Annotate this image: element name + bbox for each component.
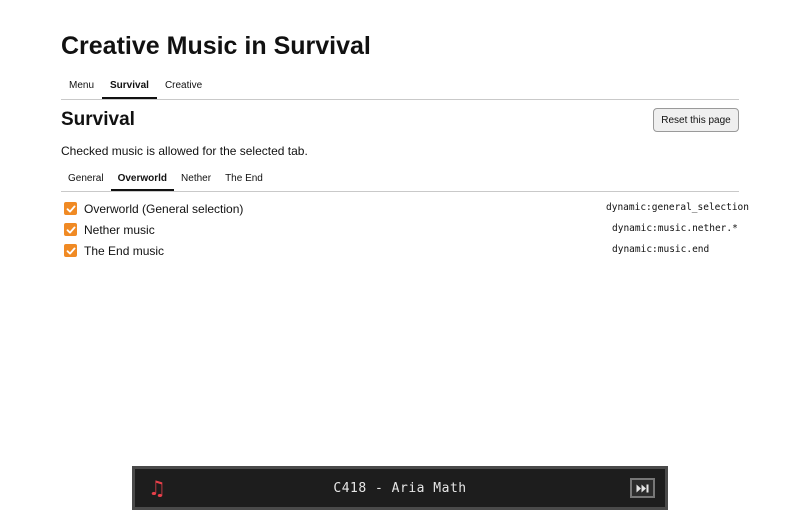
music-player-bar: ♫ C418 - Aria Math bbox=[132, 466, 668, 510]
subtab-the-end[interactable]: The End bbox=[218, 168, 270, 190]
tab-menu[interactable]: Menu bbox=[61, 74, 102, 98]
music-list: Overworld (General selection) dynamic:ge… bbox=[61, 198, 749, 261]
music-item-id: dynamic:music.nether.* bbox=[612, 223, 738, 234]
section-title: Survival bbox=[61, 109, 135, 130]
music-item-the-end: The End music dynamic:music.end bbox=[61, 240, 739, 261]
top-tab-bar: Menu Survival Creative bbox=[61, 74, 739, 100]
check-icon bbox=[66, 226, 75, 233]
subtab-nether[interactable]: Nether bbox=[174, 168, 218, 190]
tab-creative[interactable]: Creative bbox=[157, 74, 210, 98]
nether-checkbox[interactable] bbox=[64, 223, 77, 236]
page: Creative Music in Survival Menu Survival… bbox=[0, 0, 800, 525]
music-item-id: dynamic:general_selection bbox=[606, 202, 749, 213]
section-description: Checked music is allowed for the selecte… bbox=[61, 144, 308, 158]
music-item-nether: Nether music dynamic:music.nether.* bbox=[61, 219, 739, 240]
subtab-overworld[interactable]: Overworld bbox=[110, 168, 175, 191]
now-playing-track: C418 - Aria Math bbox=[333, 481, 467, 496]
check-icon bbox=[66, 247, 75, 254]
check-icon bbox=[66, 205, 75, 212]
tab-survival[interactable]: Survival bbox=[102, 74, 157, 99]
subtab-general[interactable]: General bbox=[61, 168, 111, 190]
skip-forward-icon bbox=[636, 484, 649, 492]
music-item-id: dynamic:music.end bbox=[612, 244, 710, 255]
skip-forward-button[interactable] bbox=[630, 478, 655, 498]
sub-tab-bar: General Overworld Nether The End bbox=[61, 168, 739, 192]
reset-page-button[interactable]: Reset this page bbox=[653, 108, 739, 132]
overworld-checkbox[interactable] bbox=[64, 202, 77, 215]
page-title: Creative Music in Survival bbox=[61, 32, 371, 60]
music-item-label: Nether music bbox=[84, 222, 155, 237]
music-item-label: Overworld (General selection) bbox=[84, 201, 244, 216]
the-end-checkbox[interactable] bbox=[64, 244, 77, 257]
music-item-label: The End music bbox=[84, 243, 165, 258]
music-item-overworld: Overworld (General selection) dynamic:ge… bbox=[61, 198, 749, 219]
